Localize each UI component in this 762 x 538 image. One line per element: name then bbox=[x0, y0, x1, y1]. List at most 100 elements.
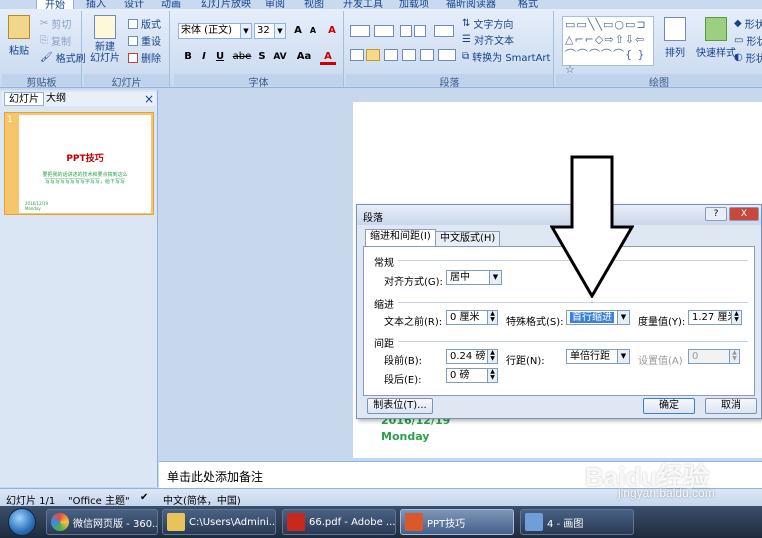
close-icon[interactable]: X bbox=[729, 207, 759, 221]
align-text-button[interactable]: ☰ 对齐文本 bbox=[462, 32, 514, 47]
tab-review[interactable]: 审阅 bbox=[265, 0, 285, 9]
tab-format[interactable]: 格式 bbox=[518, 0, 538, 9]
smartart-label: 转换为 SmartArt bbox=[472, 53, 551, 64]
before-text-input[interactable]: 0 厘米 ▲ ▼ bbox=[446, 310, 498, 325]
smartart-button[interactable]: ⧉ 转换为 SmartArt bbox=[462, 49, 550, 64]
numbering-button[interactable] bbox=[374, 25, 394, 37]
shapes-gallery[interactable]: ▭▭╲╲▭○▭⊐ △⌐⌐◇⇨⇧⇩⇦ ⌒⌒⌒⌒⌒{ }☆ bbox=[562, 16, 654, 76]
tab-design[interactable]: 设计 bbox=[124, 0, 144, 9]
reset-label: 重设 bbox=[141, 37, 161, 48]
by-input[interactable]: 1.27 厘米 ▲ ▼ bbox=[688, 310, 742, 325]
browser-icon bbox=[51, 513, 69, 531]
special-label: 特殊格式(S): bbox=[506, 317, 564, 328]
align-left-button[interactable] bbox=[350, 49, 364, 61]
tab-slideshow[interactable]: 幻灯片放映 bbox=[201, 0, 251, 9]
increase-indent-button[interactable] bbox=[414, 25, 426, 37]
slide-count: 幻灯片 1/1 bbox=[6, 496, 56, 507]
cancel-button[interactable]: 取消 bbox=[705, 398, 757, 414]
tab-chinese-typography[interactable]: 中文版式(H) bbox=[435, 231, 501, 246]
layout-button[interactable]: 版式 bbox=[128, 16, 161, 31]
columns-button[interactable] bbox=[438, 49, 456, 61]
shrink-font-button[interactable]: A bbox=[305, 23, 321, 39]
after-spacing-input[interactable]: 0 磅 ▲ ▼ bbox=[446, 368, 498, 383]
clear-format-button[interactable]: A bbox=[324, 23, 340, 39]
taskbar-item-label: 66.pdf - Adobe ... bbox=[309, 516, 396, 528]
line-spacing-select[interactable]: 单倍行距 ▼ bbox=[566, 349, 630, 364]
spinner-icon[interactable]: ▲ ▼ bbox=[731, 311, 741, 324]
tab-view[interactable]: 视图 bbox=[304, 0, 324, 9]
close-panel-icon[interactable]: × bbox=[144, 92, 154, 106]
paste-button[interactable]: 粘贴 bbox=[8, 15, 30, 57]
decrease-indent-button[interactable] bbox=[400, 25, 412, 37]
ok-button[interactable]: 确定 bbox=[643, 398, 695, 414]
distribute-button[interactable] bbox=[420, 49, 434, 61]
grow-font-button[interactable]: A bbox=[290, 23, 306, 39]
line-spacing-label: 行距(N): bbox=[506, 356, 545, 367]
spinner-icon[interactable]: ▲ ▼ bbox=[487, 311, 497, 324]
before-text-label: 文本之前(R): bbox=[384, 317, 443, 328]
justify-button[interactable] bbox=[402, 49, 416, 61]
arrange-button[interactable]: 排列 bbox=[664, 17, 686, 59]
text-direction-button[interactable]: ⇅ 文字方向 bbox=[462, 16, 513, 31]
format-painter-label: 格式刷 bbox=[55, 54, 86, 65]
spinner-icon[interactable]: ▲ ▼ bbox=[487, 369, 497, 382]
at-input[interactable]: 0 ▲ ▼ bbox=[688, 349, 740, 364]
spinner-icon[interactable]: ▲ ▼ bbox=[729, 350, 739, 363]
start-button[interactable] bbox=[8, 508, 36, 536]
tab-developer[interactable]: 开发工具 bbox=[343, 0, 383, 9]
font-size-combo[interactable]: 32 ▼ bbox=[254, 23, 286, 39]
strikethrough-button[interactable]: abe bbox=[230, 49, 254, 65]
copy-button[interactable]: ⎘ 复制 bbox=[40, 33, 71, 48]
taskbar-item-wechat[interactable]: 微信网页版 - 360... bbox=[46, 509, 158, 535]
line-spacing-button[interactable] bbox=[434, 25, 454, 37]
tab-slides[interactable]: 幻灯片 bbox=[4, 92, 44, 106]
shape-effects-button[interactable]: ◐ 形状 bbox=[734, 50, 762, 65]
spinner-icon[interactable]: ▲ ▼ bbox=[487, 350, 497, 363]
slide-thumbnail[interactable]: 1 PPT技巧 要把我的话讲述的技术和要点搞到这么 写写写写写写写写字写写，给下… bbox=[4, 112, 154, 215]
quick-styles-label: 快速样式 bbox=[696, 48, 736, 59]
taskbar-item-powerpoint[interactable]: PPT技巧 bbox=[400, 509, 514, 535]
tab-outline[interactable]: 大纲 bbox=[42, 92, 70, 106]
align-text-icon: ☰ bbox=[462, 34, 471, 45]
delete-slide-button[interactable]: 删除 bbox=[128, 50, 161, 65]
align-center-button[interactable] bbox=[366, 49, 380, 61]
shape-fill-button[interactable]: ◆ 形状 bbox=[734, 16, 762, 31]
drawing-group: ▭▭╲╲▭○▭⊐ △⌐⌐◇⇨⇧⇩⇦ ⌒⌒⌒⌒⌒{ }☆ 排列 快速样式 ◆ 形状 ▭ 形… bbox=[556, 11, 762, 89]
drawing-group-title: 绘图 bbox=[556, 74, 762, 89]
tab-animation[interactable]: 动画 bbox=[161, 0, 181, 9]
dialog-body: 常规 对齐方式(G): 居中 ▼ 缩进 文本之前(R): 0 厘米 ▲ ▼ 特殊格… bbox=[363, 246, 755, 396]
spellcheck-icon[interactable]: ✔ bbox=[140, 492, 148, 503]
italic-button[interactable]: I bbox=[196, 49, 212, 65]
underline-button[interactable]: U bbox=[212, 49, 228, 65]
tabs-button[interactable]: 制表位(T)... bbox=[367, 398, 433, 414]
alignment-select[interactable]: 居中 ▼ bbox=[446, 270, 502, 285]
taskbar-item-explorer[interactable]: C:\Users\Admini... bbox=[162, 509, 276, 535]
tab-foxit[interactable]: 福昕阅读器 bbox=[446, 0, 496, 9]
format-painter-button[interactable]: 🖌 格式刷 bbox=[40, 50, 86, 65]
change-case-button[interactable]: Aa bbox=[294, 49, 314, 65]
bold-button[interactable]: B bbox=[180, 49, 196, 65]
quick-styles-button[interactable]: 快速样式 bbox=[696, 17, 736, 59]
cut-button[interactable]: ✂ 剪切 bbox=[40, 16, 71, 31]
bullets-button[interactable] bbox=[350, 25, 370, 37]
tab-home[interactable]: 开始 bbox=[36, 0, 74, 9]
align-right-button[interactable] bbox=[384, 49, 398, 61]
taskbar-item-paint[interactable]: 4 - 画图 bbox=[520, 509, 634, 535]
special-select[interactable]: 首行缩进 ▼ bbox=[566, 310, 630, 325]
new-slide-button[interactable]: 新建 幻灯片 bbox=[90, 15, 120, 64]
char-spacing-button[interactable]: AV bbox=[270, 49, 290, 65]
font-color-button[interactable]: A bbox=[320, 49, 336, 65]
tab-indent-spacing[interactable]: 缩进和间距(I) bbox=[365, 229, 436, 247]
font-name-combo[interactable]: 宋体 (正文) ▼ bbox=[178, 23, 252, 39]
shadow-button[interactable]: S bbox=[254, 49, 270, 65]
ribbon-tab-strip: 开始 插入 设计 动画 幻灯片放映 审阅 视图 开发工具 加载项 福昕阅读器 格… bbox=[0, 0, 762, 9]
tab-addins[interactable]: 加载项 bbox=[399, 0, 429, 9]
tab-insert[interactable]: 插入 bbox=[86, 0, 106, 9]
section-divider bbox=[398, 260, 748, 261]
reset-button[interactable]: 重设 bbox=[128, 33, 161, 48]
quick-styles-icon bbox=[705, 17, 727, 41]
taskbar-item-adobe[interactable]: 66.pdf - Adobe ... bbox=[282, 509, 396, 535]
shape-outline-button[interactable]: ▭ 形状 bbox=[734, 33, 762, 48]
help-icon[interactable]: ? bbox=[705, 207, 727, 221]
before-spacing-input[interactable]: 0.24 磅 ▲ ▼ bbox=[446, 349, 498, 364]
